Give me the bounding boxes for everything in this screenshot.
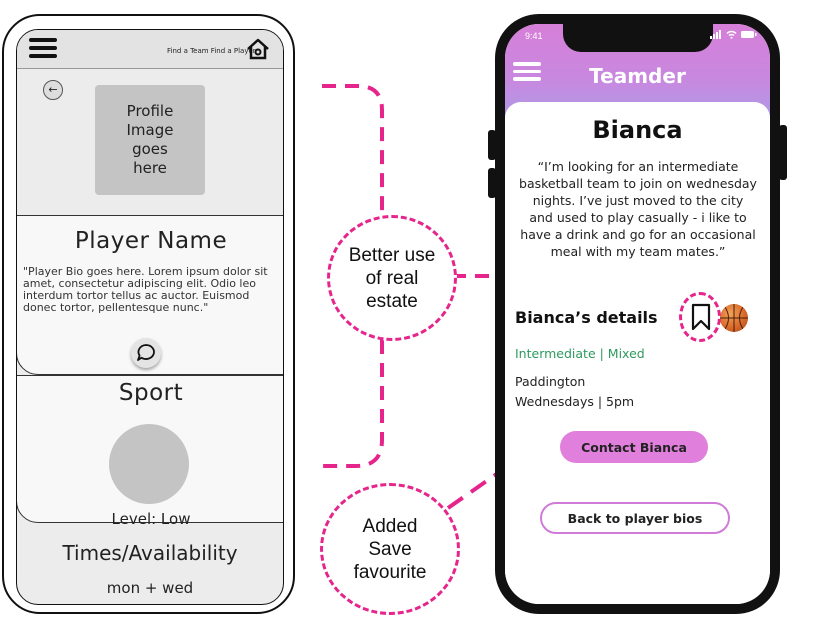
schedule: Wednesdays | 5pm: [515, 394, 635, 409]
player-quote: “I’m looking for an intermediate basketb…: [519, 159, 757, 259]
app-screen: 9:41 Teamder Bianca “I’m looking for an …: [505, 24, 770, 604]
level-type: Intermediate | Mixed: [515, 346, 645, 361]
battery-icon: [740, 31, 757, 38]
annotation-save-favourite: Added Save favourite: [320, 483, 460, 615]
volume-button: [488, 168, 496, 198]
profile-name: Bianca: [592, 116, 683, 144]
signal-icon: [710, 30, 721, 39]
basketball-icon: [720, 304, 748, 332]
annotation-real-estate: Better use of real estate: [327, 215, 457, 341]
back-to-bios-button[interactable]: Back to player bios: [540, 502, 730, 534]
status-time: 9:41: [525, 31, 543, 41]
contact-button[interactable]: Contact Bianca: [560, 431, 708, 463]
power-button: [779, 125, 787, 180]
location: Paddington: [515, 374, 586, 389]
app-brand-title: Teamder: [589, 64, 686, 88]
location-schedule: Paddington Wednesdays | 5pm: [515, 372, 634, 412]
bracket-line: [322, 84, 384, 238]
details-heading: Bianca’s details: [515, 308, 658, 327]
bookmark-highlight-ring: [679, 292, 721, 342]
phone-notch: [563, 24, 713, 52]
status-icons: [710, 30, 757, 42]
player-profile-card: Bianca “I’m looking for an intermediate …: [505, 102, 770, 604]
wifi-icon: [726, 30, 737, 39]
volume-button: [488, 130, 496, 160]
bracket-line: [322, 340, 384, 468]
